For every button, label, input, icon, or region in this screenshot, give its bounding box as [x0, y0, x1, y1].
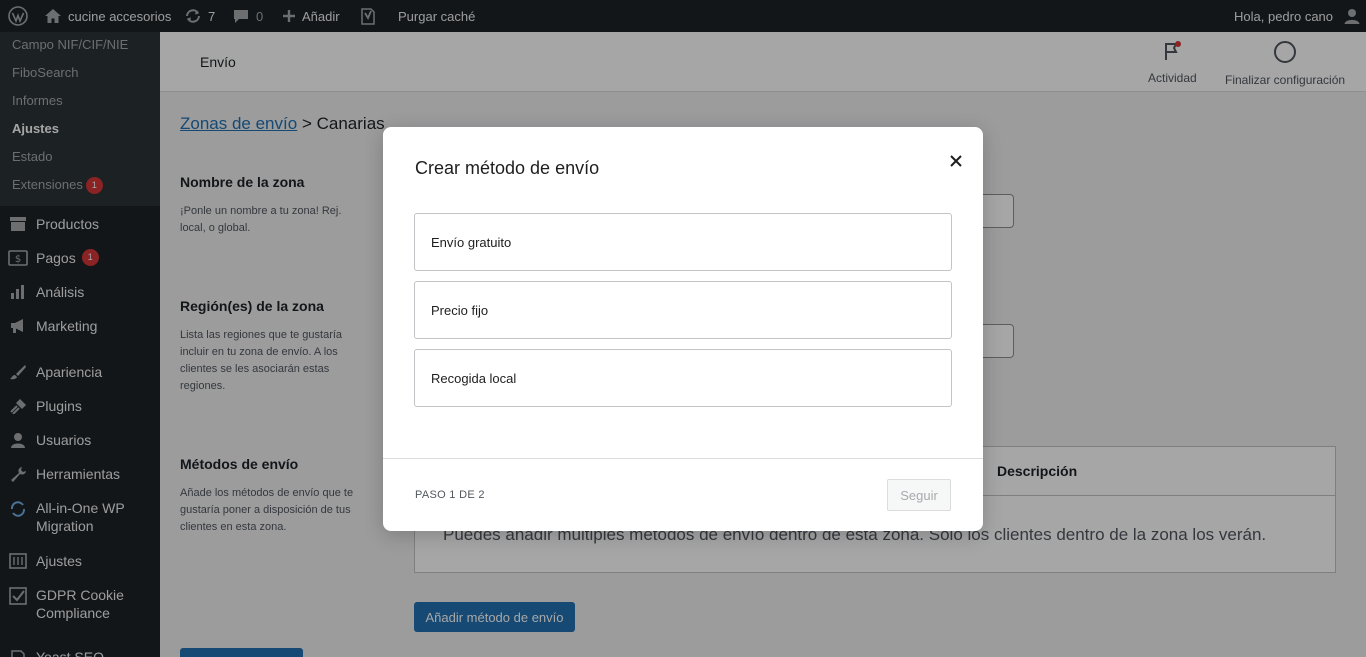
step-indicator: PASO 1 DE 2 — [415, 489, 485, 501]
option-label: Recogida local — [431, 370, 517, 386]
option-label: Precio fijo — [431, 302, 489, 318]
close-icon — [950, 154, 962, 172]
option-local-pickup[interactable]: Recogida local — [414, 349, 952, 407]
modal-title: Crear método de envío — [415, 158, 600, 178]
option-label: Envío gratuito — [431, 234, 512, 250]
next-button[interactable]: Seguir — [887, 479, 951, 511]
option-flat-rate[interactable]: Precio fijo — [414, 281, 952, 339]
close-button[interactable] — [946, 153, 966, 173]
create-shipping-method-modal: Crear método de envío Envío gratuito Pre… — [383, 127, 983, 531]
modal-footer-divider — [383, 458, 983, 459]
option-free-shipping[interactable]: Envío gratuito — [414, 213, 952, 271]
